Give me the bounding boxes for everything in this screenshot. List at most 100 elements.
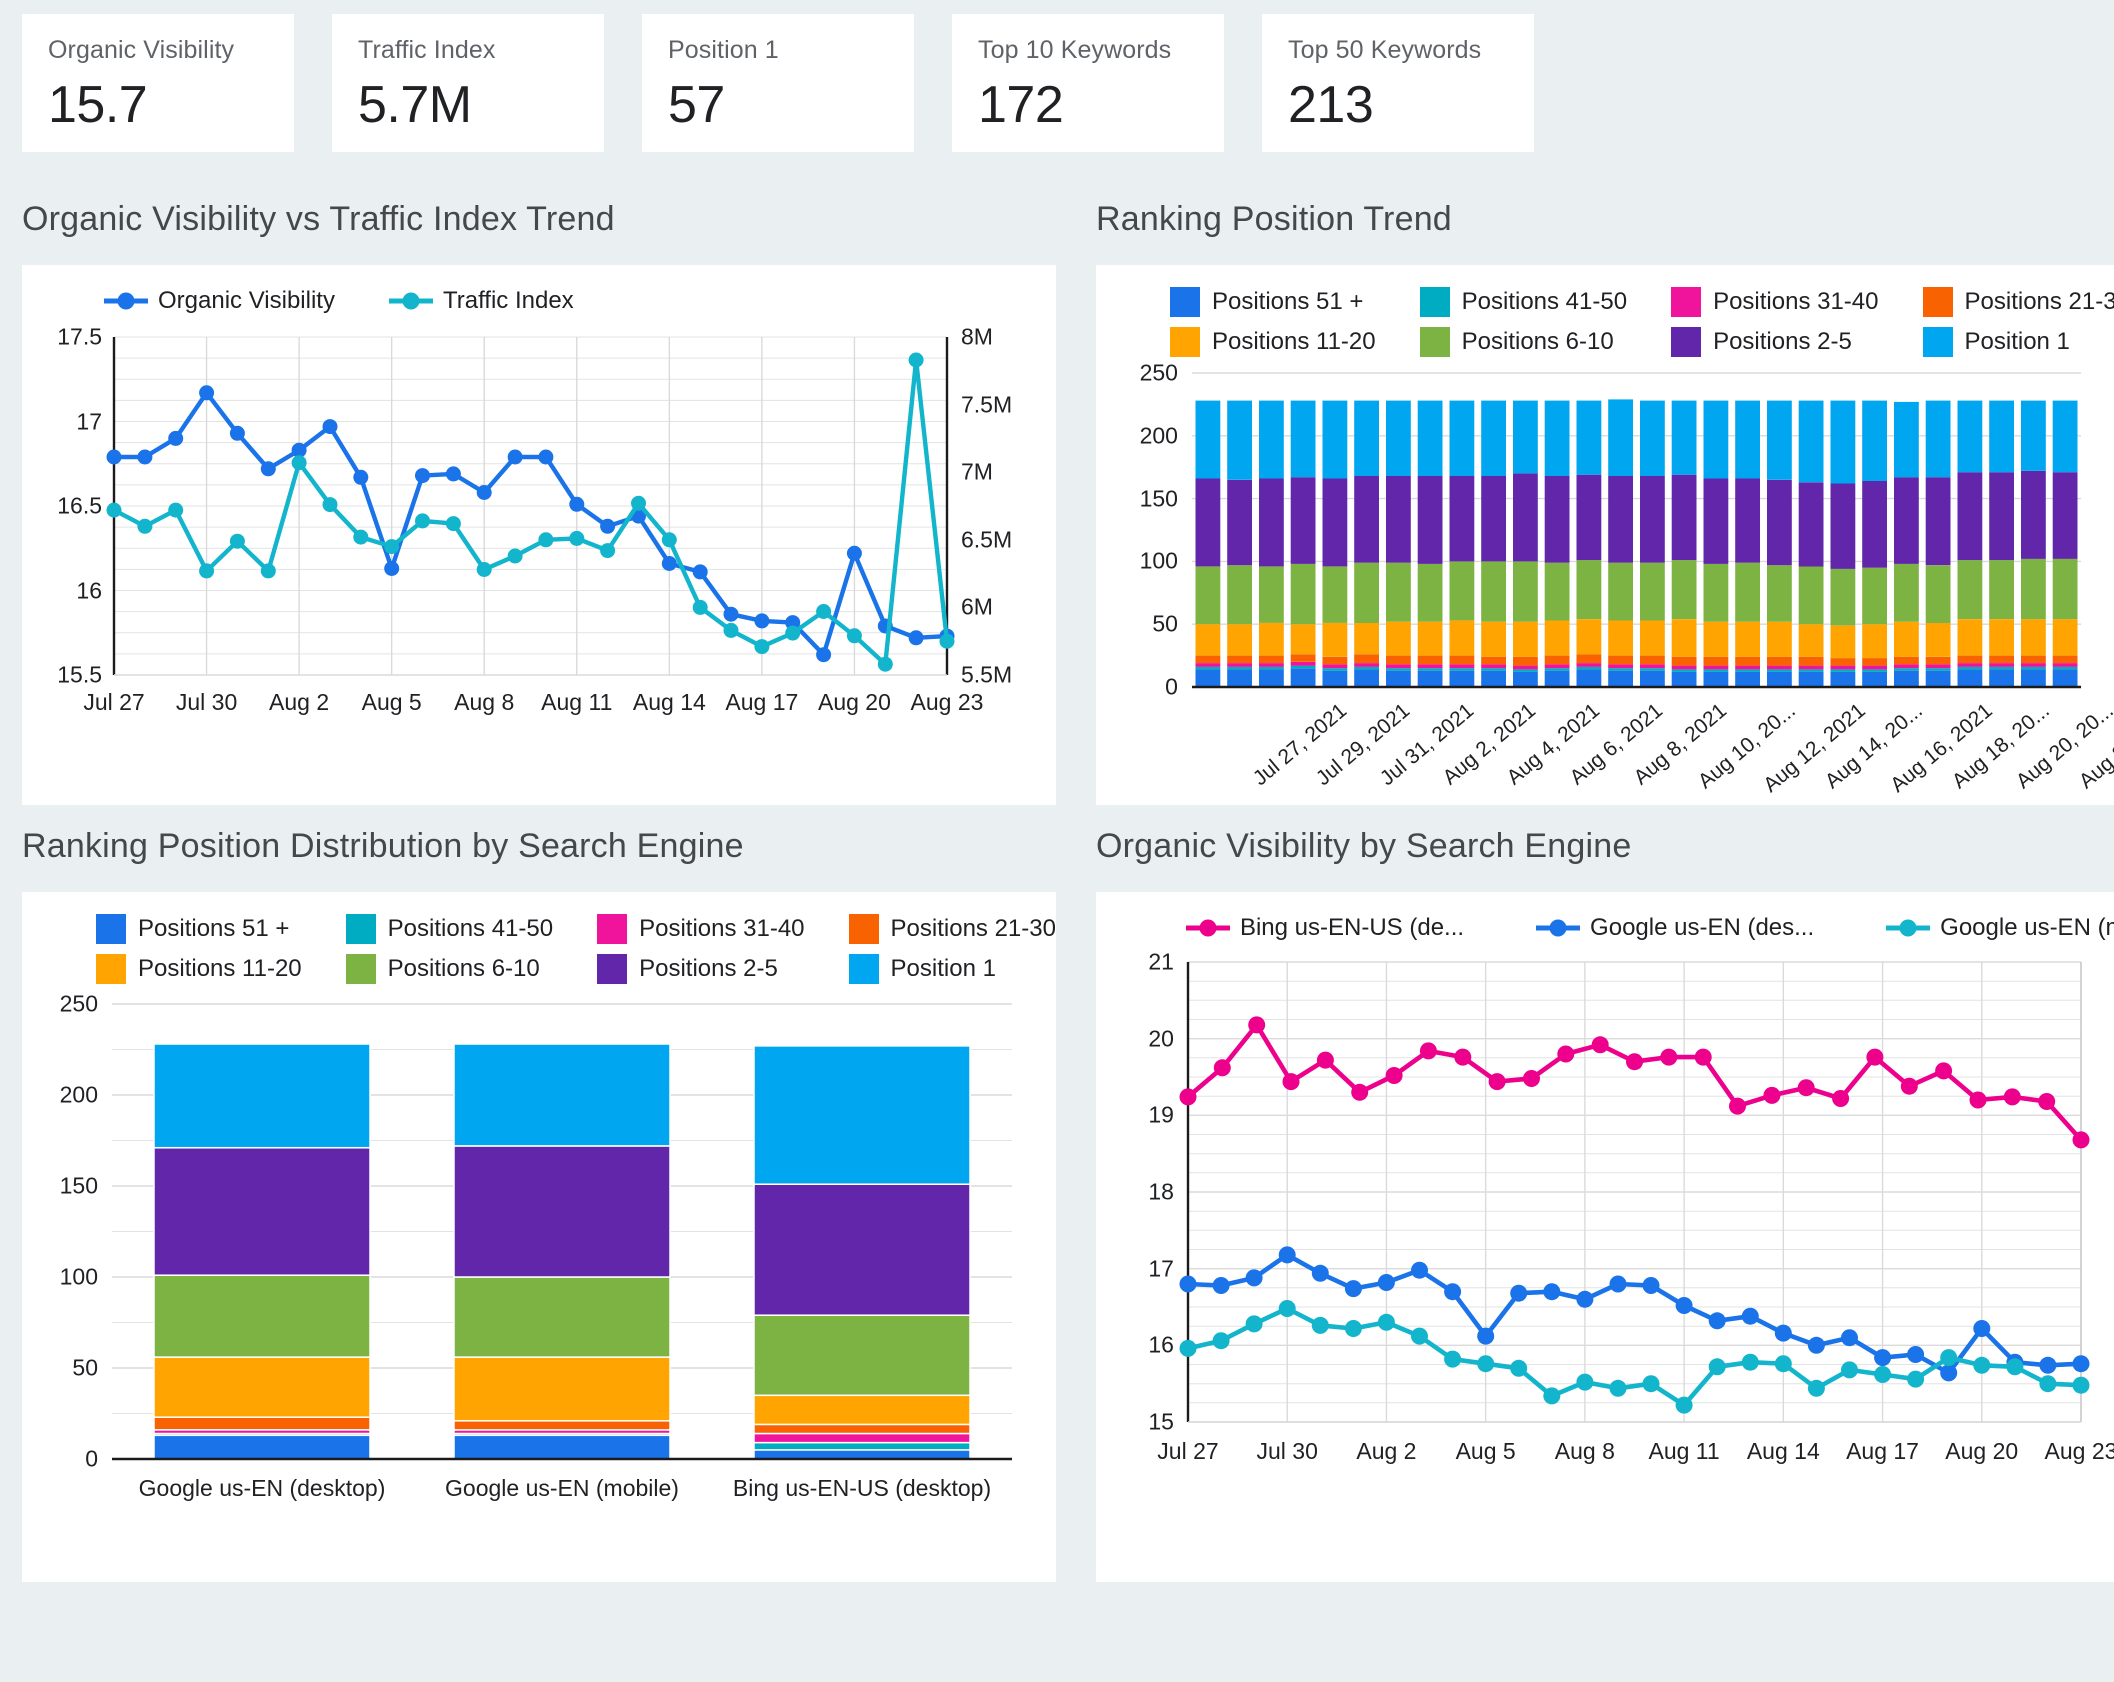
legend-item[interactable]: Positions 41-50: [346, 914, 553, 944]
bar-segment: [1640, 563, 1665, 621]
legend-item[interactable]: Positions 6-10: [346, 954, 553, 984]
data-point: [1695, 1049, 1712, 1066]
data-point: [1808, 1380, 1825, 1397]
bar-segment: [1862, 401, 1887, 481]
y-axis-tick-right: 7M: [961, 459, 993, 486]
legend-item[interactable]: Positions 11-20: [1170, 327, 1376, 357]
x-axis-tick: Aug 23: [2045, 1438, 2114, 1465]
data-point: [323, 497, 338, 512]
bar-segment: [1386, 476, 1411, 563]
bar-segment: [1830, 569, 1855, 626]
bar-segment: [1545, 656, 1570, 665]
data-point: [168, 431, 183, 446]
data-point: [816, 604, 831, 619]
data-point: [631, 496, 646, 511]
legend-item-label: Positions 21-30: [891, 915, 1056, 943]
bar-segment: [1799, 566, 1824, 624]
kpi-card[interactable]: Top 50 Keywords213: [1262, 14, 1534, 152]
legend-item[interactable]: Positions 51 +: [96, 914, 302, 944]
bar-segment: [1926, 401, 1951, 478]
bar-segment: [454, 1421, 670, 1430]
panel-title-visibility-trend: Organic Visibility vs Traffic Index Tren…: [22, 200, 1056, 239]
bar-segment: [1354, 623, 1379, 654]
legend-item[interactable]: Positions 31-40: [1671, 287, 1878, 317]
data-point: [1411, 1262, 1428, 1279]
bar-segment: [1640, 401, 1665, 476]
kpi-card[interactable]: Traffic Index5.7M: [332, 14, 604, 152]
bar-segment: [1195, 669, 1220, 687]
bar-segment: [1354, 654, 1379, 663]
chart-card-ranking-distribution[interactable]: Positions 51 + Positions 41-50 Positions 3…: [22, 892, 1056, 1582]
data-point: [754, 639, 769, 654]
legend-item[interactable]: Traffic Index: [389, 287, 574, 315]
legend-item[interactable]: Position 1: [849, 954, 1056, 984]
data-point: [1709, 1358, 1726, 1375]
bar-segment: [1799, 401, 1824, 483]
x-axis-tick: Jul 30: [1257, 1438, 1318, 1465]
data-point: [1660, 1049, 1677, 1066]
bar-segment: [1227, 656, 1252, 664]
legend-item[interactable]: Positions 41-50: [1420, 287, 1627, 317]
bar-segment: [1291, 477, 1316, 564]
bar-segment: [1418, 401, 1443, 476]
data-point: [1775, 1325, 1792, 1342]
chart-card-visibility-trend[interactable]: Organic VisibilityTraffic Index 15.51616…: [22, 265, 1056, 805]
kpi-card[interactable]: Top 10 Keywords172: [952, 14, 1224, 152]
bar-segment: [1830, 669, 1855, 672]
data-point: [1866, 1049, 1883, 1066]
legend-item[interactable]: Bing us-EN-US (de...: [1186, 914, 1464, 942]
legend-item[interactable]: Positions 51 +: [1170, 287, 1376, 317]
bar-segment: [1608, 668, 1633, 671]
bar-segment: [1227, 663, 1252, 667]
legend-item-label: Positions 6-10: [1462, 328, 1614, 356]
legend-item[interactable]: Google us-EN (mo...: [1886, 914, 2114, 942]
data-point: [1279, 1300, 1296, 1317]
y-axis-tick: 100: [1096, 548, 1178, 575]
chart-card-visibility-by-engine[interactable]: Bing us-EN-US (de... Google us-EN (des...…: [1096, 892, 2114, 1582]
kpi-card[interactable]: Position 157: [642, 14, 914, 152]
legend-item-label: Bing us-EN-US (de...: [1240, 914, 1464, 942]
data-point: [693, 564, 708, 579]
legend-visibility-trend: Organic Visibility Traffic Index: [22, 265, 1056, 315]
bar-segment: [1259, 623, 1284, 656]
y-axis-tick-right: 6M: [961, 594, 993, 621]
legend-item[interactable]: Google us-EN (des...: [1536, 914, 1814, 942]
bar-segment: [754, 1046, 970, 1184]
legend-item[interactable]: Positions 21-30: [1923, 287, 2114, 317]
line-series: [1188, 1025, 2081, 1140]
bar-segment: [1481, 561, 1506, 621]
data-point: [1841, 1329, 1858, 1346]
bar-segment: [1481, 657, 1506, 665]
bar-segment: [1957, 669, 1982, 687]
legend-item[interactable]: Positions 21-30: [849, 914, 1056, 944]
data-point: [1841, 1361, 1858, 1378]
legend-item[interactable]: Positions 2-5: [1671, 327, 1878, 357]
x-axis-tick: Aug 11: [1648, 1438, 1719, 1465]
bar-segment: [2053, 656, 2078, 664]
bar-segment: [1989, 560, 2014, 619]
x-axis-tick: Aug 2: [269, 689, 329, 716]
bar-segment: [1418, 656, 1443, 665]
chart-card-ranking-trend[interactable]: Positions 51 + Positions 41-50 Positions 3…: [1096, 265, 2114, 805]
legend-item[interactable]: Positions 31-40: [597, 914, 804, 944]
legend-item[interactable]: Organic Visibility: [104, 287, 335, 315]
bar-segment: [1354, 669, 1379, 687]
data-point: [2039, 1357, 2056, 1374]
bar-segment: [1322, 566, 1347, 623]
bar-segment: [754, 1424, 970, 1433]
legend-item[interactable]: Position 1: [1923, 327, 2114, 357]
data-point: [1345, 1320, 1362, 1337]
kpi-card[interactable]: Organic Visibility15.7: [22, 14, 294, 152]
data-point: [1775, 1355, 1792, 1372]
legend-item[interactable]: Positions 6-10: [1420, 327, 1627, 357]
legend-line-marker-icon: [104, 292, 148, 310]
x-axis-tick: Aug 20: [1945, 1438, 2018, 1465]
legend-item[interactable]: Positions 2-5: [597, 954, 804, 984]
panel-title-ranking-trend: Ranking Position Trend: [1096, 200, 2114, 239]
chart-canvas: [1096, 942, 2111, 1502]
bar-segment: [2021, 663, 2046, 667]
legend-item[interactable]: Positions 11-20: [96, 954, 302, 984]
bar-segment: [1672, 666, 1697, 670]
data-point: [1642, 1375, 1659, 1392]
data-point: [1973, 1320, 1990, 1337]
